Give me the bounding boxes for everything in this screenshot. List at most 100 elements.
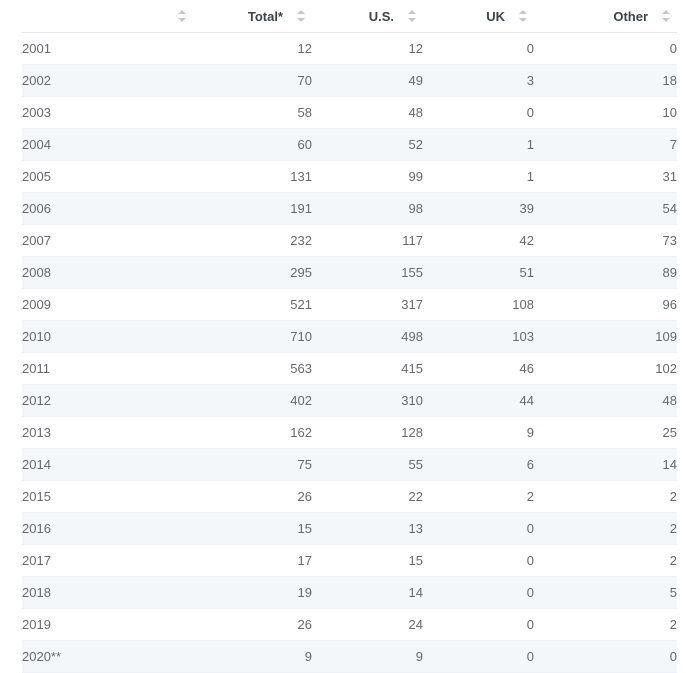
cell-us: 98	[312, 192, 423, 225]
cell-total: 162	[193, 416, 312, 449]
cell-year: 2018	[22, 576, 193, 609]
cell-total: 9	[193, 640, 312, 673]
cell-us: 128	[312, 416, 423, 449]
sort-updown-icon-uk[interactable]	[519, 9, 528, 23]
table-row: 2019 26 24 0 2	[22, 608, 677, 641]
cell-uk: 42	[423, 224, 534, 257]
table-row: 2011 563 415 46 102	[22, 352, 677, 385]
table-row: 2006 191 98 39 54	[22, 192, 677, 225]
cell-total: 26	[193, 608, 312, 641]
cell-total: 75	[193, 448, 312, 481]
cell-year: 2005	[22, 160, 193, 193]
cell-year: 2015	[22, 480, 193, 513]
cell-year: 2007	[22, 224, 193, 257]
table-row: 2020** 9 9 0 0	[22, 640, 677, 673]
table-row: 2014 75 55 6 14	[22, 448, 677, 481]
cell-total: 521	[193, 288, 312, 321]
column-header-total[interactable]: Total*	[193, 0, 312, 33]
table-row: 2013 162 128 9 25	[22, 416, 677, 449]
cell-other: 89	[534, 256, 677, 289]
cell-us: 99	[312, 160, 423, 193]
cell-uk: 103	[423, 320, 534, 353]
sort-updown-icon-year[interactable]	[178, 9, 187, 23]
column-header-total-label: Total*	[247, 8, 283, 24]
cell-total: 710	[193, 320, 312, 353]
cell-uk: 2	[423, 480, 534, 513]
cell-year: 2003	[22, 96, 193, 129]
table-row: 2015 26 22 2 2	[22, 480, 677, 513]
table-header: Total* U.S. UK Other	[22, 0, 677, 33]
cell-other: 2	[534, 544, 677, 577]
cell-other: 48	[534, 384, 677, 417]
cell-total: 70	[193, 64, 312, 97]
cell-us: 22	[312, 480, 423, 513]
cell-other: 54	[534, 192, 677, 225]
table-row: 2005 131 99 1 31	[22, 160, 677, 193]
cell-year: 2010	[22, 320, 193, 353]
cell-year: 2004	[22, 128, 193, 161]
sort-updown-icon-total[interactable]	[297, 9, 306, 23]
cell-year: 2012	[22, 384, 193, 417]
cell-uk: 0	[423, 512, 534, 545]
cell-us: 310	[312, 384, 423, 417]
table-row: 2002 70 49 3 18	[22, 64, 677, 97]
column-header-us-label: U.S.	[368, 8, 394, 24]
cell-year: 2011	[22, 352, 193, 385]
cell-total: 15	[193, 512, 312, 545]
cell-total: 58	[193, 96, 312, 129]
cell-total: 232	[193, 224, 312, 257]
column-header-us[interactable]: U.S.	[312, 0, 423, 33]
cell-total: 26	[193, 480, 312, 513]
cell-total: 60	[193, 128, 312, 161]
table-body: 2001 12 12 0 0 2002 70 49 3 18 2003 58 48 0 10 2004 60 52…	[22, 32, 677, 673]
table-row: 2008 295 155 51 89	[22, 256, 677, 289]
cell-year: 2020**	[22, 640, 193, 673]
table-row: 2017 17 15 0 2	[22, 544, 677, 577]
cell-us: 498	[312, 320, 423, 353]
column-header-uk-label: UK	[486, 8, 505, 24]
column-header-uk[interactable]: UK	[423, 0, 534, 33]
cell-us: 48	[312, 96, 423, 129]
cell-other: 102	[534, 352, 677, 385]
cell-uk: 44	[423, 384, 534, 417]
cell-uk: 1	[423, 160, 534, 193]
cell-total: 17	[193, 544, 312, 577]
column-header-year[interactable]	[22, 0, 193, 33]
cell-us: 12	[312, 32, 423, 65]
column-header-other[interactable]: Other	[534, 0, 677, 33]
cell-us: 15	[312, 544, 423, 577]
cell-other: 109	[534, 320, 677, 353]
cell-uk: 3	[423, 64, 534, 97]
cell-other: 73	[534, 224, 677, 257]
cell-total: 191	[193, 192, 312, 225]
cell-us: 117	[312, 224, 423, 257]
cell-total: 295	[193, 256, 312, 289]
cell-year: 2014	[22, 448, 193, 481]
cell-year: 2016	[22, 512, 193, 545]
cell-other: 2	[534, 480, 677, 513]
cell-uk: 0	[423, 96, 534, 129]
cell-year: 2002	[22, 64, 193, 97]
cell-other: 14	[534, 448, 677, 481]
cell-total: 131	[193, 160, 312, 193]
cell-us: 14	[312, 576, 423, 609]
cell-uk: 0	[423, 32, 534, 65]
cell-uk: 108	[423, 288, 534, 321]
cell-other: 7	[534, 128, 677, 161]
data-table-container: Total* U.S. UK Other 2001 12 12 0 0 2002…	[22, 0, 677, 673]
sort-updown-icon-other[interactable]	[662, 9, 671, 23]
cell-total: 19	[193, 576, 312, 609]
cell-other: 18	[534, 64, 677, 97]
table-row: 2007 232 117 42 73	[22, 224, 677, 257]
cell-uk: 46	[423, 352, 534, 385]
cell-year: 2006	[22, 192, 193, 225]
cell-other: 5	[534, 576, 677, 609]
table-row: 2012 402 310 44 48	[22, 384, 677, 417]
cell-uk: 0	[423, 640, 534, 673]
table-row: 2016 15 13 0 2	[22, 512, 677, 545]
cell-total: 402	[193, 384, 312, 417]
cell-us: 317	[312, 288, 423, 321]
cell-us: 24	[312, 608, 423, 641]
sort-updown-icon-us[interactable]	[408, 9, 417, 23]
table-row: 2004 60 52 1 7	[22, 128, 677, 161]
